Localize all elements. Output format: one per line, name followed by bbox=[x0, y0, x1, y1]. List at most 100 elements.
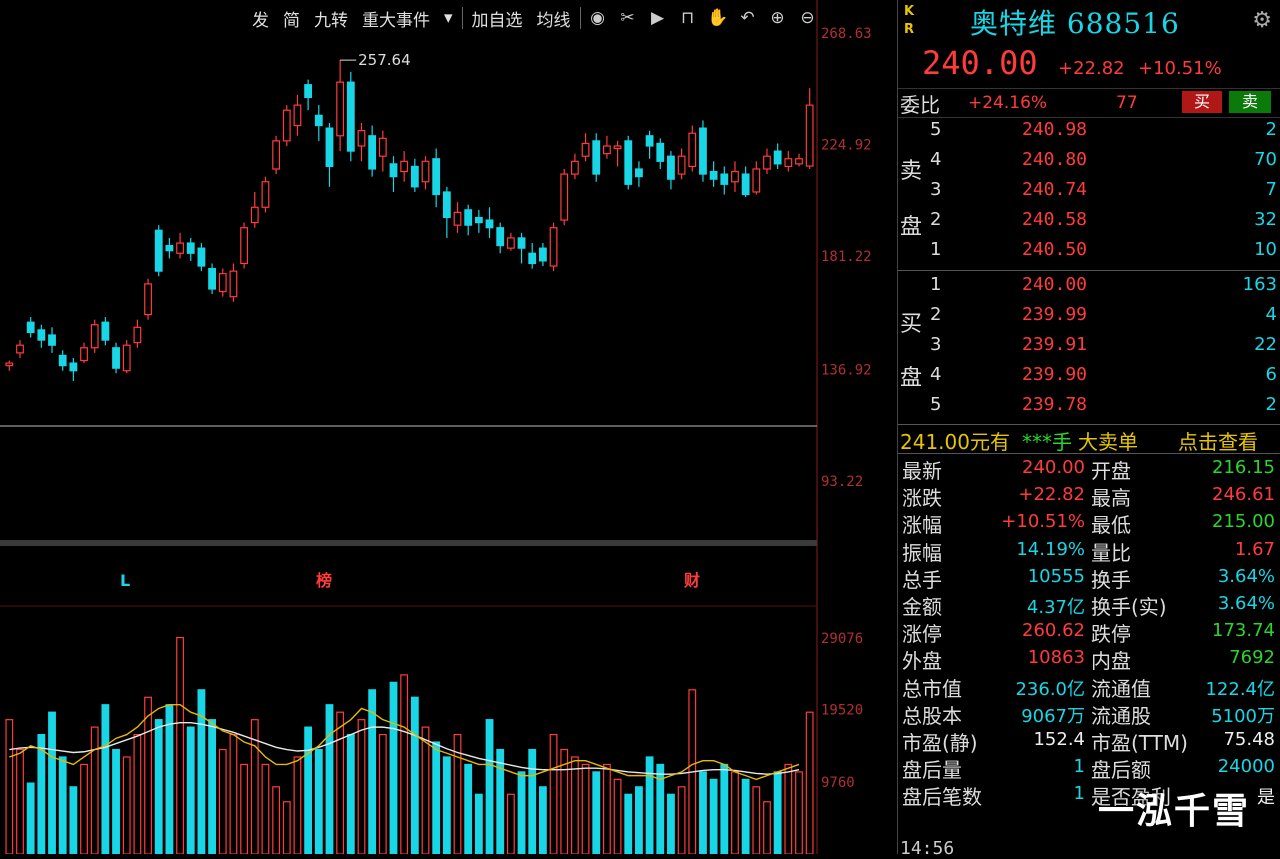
ask-price: 240.74 bbox=[1022, 179, 1088, 200]
ask-row[interactable]: 3 240.74 7 bbox=[898, 179, 1280, 209]
kr-badge[interactable]: K R bbox=[904, 3, 918, 39]
candle-body bbox=[314, 114, 323, 127]
stat-value: 3.64% bbox=[1217, 593, 1275, 614]
stat-value: 122.4亿 bbox=[1205, 678, 1275, 700]
stat-label: 总股本 bbox=[902, 703, 962, 728]
stat-value: 1 bbox=[1073, 783, 1085, 805]
price-tick-label: 268.63 bbox=[821, 26, 872, 42]
quote-panel: K R 奥特维 688516 ⚙ 240.00 +22.82 +10.51% 委… bbox=[897, 0, 1280, 854]
volume-bar bbox=[272, 786, 281, 855]
toolbar-item-jiuzhuan[interactable]: 九转 bbox=[307, 6, 355, 31]
kline-chart[interactable]: 268.63 224.92 181.22 136.92 93.22 29076 19520 9… bbox=[0, 0, 897, 855]
candle-body bbox=[144, 283, 152, 316]
volume-bar bbox=[677, 786, 686, 855]
candle-body bbox=[208, 267, 216, 290]
toolbar-item-jian[interactable]: 简 bbox=[276, 6, 307, 31]
toolbar-item-moving-average[interactable]: 均线 bbox=[530, 6, 578, 31]
candle-body bbox=[240, 227, 249, 265]
price-change: +22.82 bbox=[1058, 58, 1125, 79]
candle-body bbox=[122, 344, 131, 372]
hand-icon[interactable]: ✋ bbox=[703, 8, 733, 28]
candle-body bbox=[80, 347, 88, 362]
bid-level: 2 bbox=[930, 304, 942, 325]
ad-view-link[interactable]: 点击查看 bbox=[1178, 426, 1258, 455]
volume-bar bbox=[549, 733, 558, 855]
event-marker: 榜 bbox=[316, 571, 332, 590]
ask-row[interactable]: 1 240.50 10 bbox=[898, 239, 1280, 269]
sell-button[interactable]: 卖 bbox=[1229, 91, 1271, 113]
bid-price: 239.90 bbox=[1022, 364, 1088, 385]
candle-body bbox=[805, 104, 814, 167]
ask-level: 2 bbox=[930, 209, 942, 230]
stat-label: 量比 bbox=[1091, 540, 1131, 565]
kline-chart-area[interactable]: 268.63 224.92 181.22 136.92 93.22 29076 19520 9… bbox=[0, 0, 897, 855]
buy-button[interactable]: 买 bbox=[1182, 91, 1222, 113]
gear-icon[interactable]: ⚙ bbox=[1252, 8, 1272, 33]
candle-body bbox=[325, 127, 334, 168]
volume-bar bbox=[378, 733, 387, 855]
volume-bar bbox=[357, 719, 366, 855]
candle-body bbox=[453, 211, 462, 226]
undo-icon[interactable]: ↶ bbox=[733, 8, 763, 28]
volume-bar bbox=[474, 793, 483, 855]
candle-body bbox=[592, 140, 601, 175]
stat-value: 24000 bbox=[1217, 756, 1275, 778]
volume-bar bbox=[240, 763, 249, 855]
candle-body bbox=[635, 168, 643, 178]
stat-label: 涨停 bbox=[902, 622, 942, 647]
bid-volume: 6 bbox=[1265, 364, 1277, 385]
bid-row[interactable]: 2 239.99 4 bbox=[898, 304, 1280, 334]
candle-body bbox=[773, 150, 782, 165]
candle-body bbox=[293, 104, 302, 127]
volume-bar bbox=[528, 748, 537, 855]
eye-icon[interactable]: ◉ bbox=[583, 8, 613, 28]
ask-level: 3 bbox=[930, 179, 942, 200]
play-icon[interactable]: ▶ bbox=[643, 8, 673, 28]
bid-row[interactable]: 5 239.78 2 bbox=[898, 394, 1280, 424]
scissors-icon[interactable]: ✂ bbox=[613, 8, 643, 28]
candle-body bbox=[261, 181, 270, 208]
candle-body bbox=[218, 273, 227, 293]
volume-bar bbox=[464, 763, 473, 855]
bid-price: 239.91 bbox=[1022, 334, 1088, 355]
volume-bar bbox=[784, 763, 793, 855]
stat-row: 外盘 10863 内盘 7692 bbox=[898, 645, 1280, 673]
stat-label: 盘后量 bbox=[902, 758, 962, 783]
bid-row[interactable]: 3 239.91 22 bbox=[898, 334, 1280, 364]
candle-body bbox=[26, 321, 35, 334]
bid-level: 4 bbox=[930, 364, 942, 385]
volume-bar bbox=[752, 786, 761, 855]
bid-row[interactable]: 4 239.90 6 bbox=[898, 364, 1280, 394]
volume-bar bbox=[635, 786, 643, 855]
bid-row[interactable]: 1 240.00 163 bbox=[898, 274, 1280, 304]
price-tick-label: 181.22 bbox=[821, 249, 872, 265]
ask-row[interactable]: 5 240.98 2 bbox=[898, 119, 1280, 149]
candle-body bbox=[763, 155, 771, 170]
stat-label: 盘后额 bbox=[1091, 758, 1151, 783]
lock-icon[interactable]: ⊓ bbox=[673, 8, 703, 28]
stat-value: 10863 bbox=[1027, 647, 1085, 669]
volume-bar bbox=[763, 801, 771, 855]
divider bbox=[898, 453, 1280, 454]
volume-bar bbox=[186, 726, 195, 855]
stat-label: 盘后笔数 bbox=[902, 785, 982, 810]
dropdown-arrow-icon[interactable]: ▾ bbox=[437, 8, 460, 28]
toolbar-item-fa[interactable]: 发 bbox=[245, 6, 276, 31]
candle-body bbox=[645, 135, 654, 147]
candle-body bbox=[688, 132, 697, 168]
volume-bar bbox=[346, 733, 355, 855]
candle-body bbox=[613, 145, 622, 150]
volume-bar bbox=[667, 793, 675, 855]
toolbar-item-major-events[interactable]: 重大事件 bbox=[355, 6, 437, 31]
stat-label: 流通值 bbox=[1091, 676, 1151, 701]
zoom-out-icon[interactable]: ⊖ bbox=[793, 8, 823, 28]
volume-bar bbox=[80, 763, 88, 855]
ask-row[interactable]: 4 240.80 70 bbox=[898, 149, 1280, 179]
big-order-ad[interactable]: 241.00元有 ***手 大卖单 点击查看 bbox=[898, 426, 1280, 454]
stat-row: 振幅 14.19% 量比 1.67 bbox=[898, 537, 1280, 565]
bid-price: 239.99 bbox=[1022, 304, 1088, 325]
toolbar-item-add-watchlist[interactable]: 加自选 bbox=[465, 6, 530, 31]
ask-row[interactable]: 2 240.58 32 bbox=[898, 209, 1280, 239]
zoom-in-icon[interactable]: ⊕ bbox=[763, 8, 793, 28]
candle-body bbox=[304, 84, 313, 99]
